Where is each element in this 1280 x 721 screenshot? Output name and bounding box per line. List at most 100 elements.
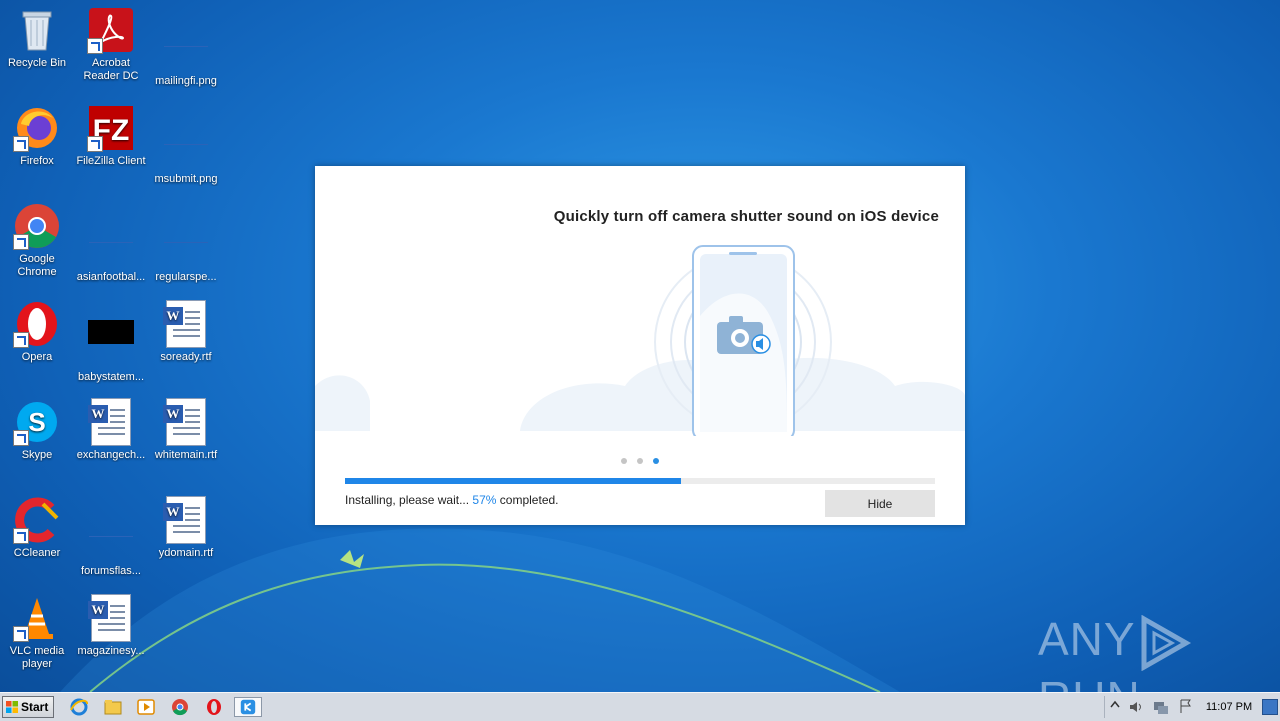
icon-label: whitemain.rtf — [154, 449, 218, 461]
watermark-left: ANY — [1038, 613, 1136, 665]
ie-icon[interactable] — [68, 697, 90, 717]
desktop-icon-chrome[interactable]: Google Chrome — [0, 202, 74, 279]
word-document-icon: W — [162, 300, 210, 348]
icon-label: exchangech... — [76, 449, 146, 461]
desktop-icon-file[interactable]: W soready.rtf — [149, 300, 223, 364]
desktop-icon-opera[interactable]: Opera — [0, 300, 74, 364]
explorer-icon[interactable] — [102, 697, 124, 717]
desktop-icon-vlc[interactable]: VLC media player — [0, 594, 74, 671]
watermark-right: RUN — [1038, 672, 1141, 692]
blank-file-icon — [162, 122, 210, 170]
desktop-icon-skype[interactable]: S Skype — [0, 398, 74, 462]
slide-dot[interactable] — [637, 458, 643, 464]
icon-label: babystatem... — [77, 371, 145, 383]
desktop-icon-file[interactable]: babystatem... — [74, 300, 148, 384]
desktop-icon-file[interactable]: msubmit.png — [149, 104, 223, 186]
desktop-icon-file[interactable]: W ydomain.rtf — [149, 496, 223, 560]
anyrun-watermark: ANY RUN — [1038, 612, 1280, 692]
desktop-icon-file[interactable]: W exchangech... — [74, 398, 148, 462]
word-document-icon: W — [87, 398, 135, 446]
chrome-icon[interactable] — [169, 697, 191, 717]
play-logo-icon — [1141, 614, 1191, 672]
shortcut-arrow-icon — [13, 430, 29, 446]
shortcut-arrow-icon — [87, 136, 103, 152]
start-button[interactable]: Start — [2, 696, 54, 718]
black-image-file-icon — [87, 320, 135, 368]
icon-label: magazinesy... — [77, 645, 145, 657]
shortcut-arrow-icon — [87, 38, 103, 54]
icon-label: Recycle Bin — [7, 57, 67, 69]
word-document-icon: W — [162, 496, 210, 544]
action-center-flag-icon[interactable] — [1178, 698, 1194, 714]
progress-bar — [345, 478, 935, 484]
hide-button[interactable]: Hide — [825, 490, 935, 517]
opera-icon[interactable] — [203, 697, 225, 717]
installer-taskbar-icon[interactable] — [234, 697, 262, 717]
desktop-icon-file[interactable]: W magazinesy... — [74, 594, 148, 658]
shortcut-arrow-icon — [13, 332, 29, 348]
shortcut-arrow-icon — [13, 136, 29, 152]
desktop-icon-file[interactable]: forumsflas... — [74, 496, 148, 578]
desktop-icon-recycle-bin[interactable]: Recycle Bin — [0, 6, 74, 70]
svg-text:S: S — [28, 407, 45, 437]
show-desktop-button[interactable] — [1262, 699, 1278, 715]
shortcut-arrow-icon — [13, 234, 29, 250]
volume-icon[interactable] — [1128, 699, 1144, 715]
status-percent: 57% — [472, 493, 497, 507]
firefox-icon — [13, 104, 61, 152]
install-status: Installing, please wait... 57% completed… — [345, 493, 559, 507]
recycle-bin-icon — [13, 6, 61, 54]
filezilla-icon: FZ — [87, 104, 135, 152]
acrobat-icon — [87, 6, 135, 54]
opera-icon — [13, 300, 61, 348]
desktop-icon-file[interactable]: mailingfi.png — [149, 6, 223, 88]
slide-dot[interactable] — [621, 458, 627, 464]
icon-label: Google Chrome — [17, 253, 57, 278]
word-document-icon: W — [162, 398, 210, 446]
chrome-icon — [13, 202, 61, 250]
desktop-icon-acrobat[interactable]: Acrobat Reader DC — [74, 6, 148, 83]
icon-label: CCleaner — [13, 547, 61, 559]
blank-file-icon — [162, 24, 210, 72]
icon-label: Firefox — [20, 155, 54, 167]
taskbar: Start 11:07 PM — [0, 692, 1280, 721]
blank-file-icon — [87, 220, 135, 268]
phone-illustration — [315, 245, 965, 436]
start-label: Start — [21, 700, 49, 714]
icon-label: Acrobat Reader DC — [83, 57, 139, 82]
desktop-icon-ccleaner[interactable]: CCleaner — [0, 496, 74, 560]
desktop-icon-file[interactable]: asianfootbal... — [74, 202, 148, 284]
icon-label: FileZilla Client — [76, 155, 146, 167]
icon-label: forumsflas... — [81, 565, 141, 577]
icon-label: VLC media player — [9, 645, 65, 670]
icon-label: Skype — [21, 449, 53, 461]
shortcut-arrow-icon — [13, 626, 29, 642]
system-tray: 11:07 PM — [1104, 693, 1280, 721]
clock[interactable]: 11:07 PM — [1200, 701, 1258, 713]
installer-window: Quickly turn off camera shutter sound on… — [315, 166, 965, 525]
progress-fill — [345, 478, 682, 484]
windows-logo-icon — [6, 701, 18, 713]
media-player-icon[interactable] — [135, 697, 157, 717]
icon-label: asianfootbal... — [76, 271, 146, 283]
desktop-icon-file[interactable]: W whitemain.rtf — [149, 398, 223, 462]
desktop-icon-file[interactable]: regularspe... — [149, 202, 223, 284]
desktop-icon-firefox[interactable]: Firefox — [0, 104, 74, 168]
vlc-cone-icon — [13, 594, 61, 642]
show-hidden-icons-icon[interactable] — [1110, 699, 1120, 713]
slide-headline: Quickly turn off camera shutter sound on… — [553, 208, 939, 225]
ccleaner-icon — [13, 496, 61, 544]
network-icon[interactable] — [1152, 699, 1170, 715]
status-prefix: Installing, please wait... — [345, 493, 470, 507]
icon-label: mailingfi.png — [155, 75, 217, 87]
icon-label: soready.rtf — [160, 351, 212, 363]
shortcut-arrow-icon — [13, 528, 29, 544]
slide-dot-active[interactable] — [653, 458, 659, 464]
desktop-icon-filezilla[interactable]: FZ FileZilla Client — [74, 104, 148, 168]
icon-label: msubmit.png — [154, 173, 218, 185]
word-document-icon: W — [87, 594, 135, 642]
slide-indicator — [621, 451, 669, 464]
skype-icon: S — [13, 398, 61, 446]
status-suffix: completed. — [499, 493, 559, 507]
icon-label: Opera — [21, 351, 53, 363]
